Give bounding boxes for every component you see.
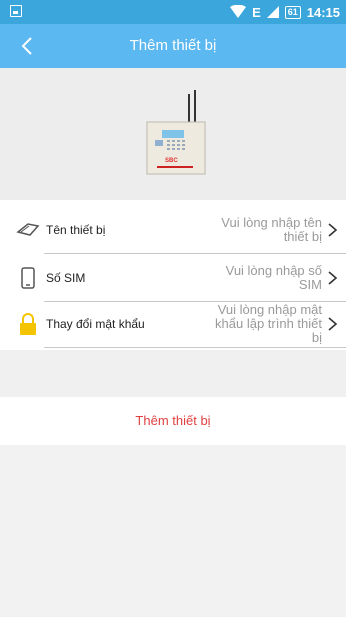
- alarm-panel-device-image: SBC: [146, 90, 206, 175]
- password-input[interactable]: Vui lòng nhập mật khẩu lập trình thiết b…: [202, 300, 322, 348]
- tag-icon: [16, 223, 40, 236]
- change-password-row[interactable]: Thay đổi mật khẩu Vui lòng nhập mật khẩu…: [0, 300, 346, 348]
- chevron-right-icon: [328, 317, 338, 331]
- sim-number-row[interactable]: Số SIM Vui lòng nhập số SIM: [0, 254, 346, 302]
- device-brand-text: SBC: [165, 158, 178, 164]
- gallery-notification-icon: [10, 5, 22, 17]
- wifi-icon: [230, 5, 247, 18]
- change-password-label: Thay đổi mật khẩu: [46, 317, 145, 331]
- device-image-area: SBC: [0, 68, 346, 200]
- signal-icon: [266, 6, 279, 18]
- clock: 14:15: [306, 4, 340, 20]
- device-name-label: Tên thiết bị: [46, 223, 106, 237]
- lock-icon: [20, 313, 36, 335]
- device-form: Tên thiết bị Vui lòng nhập tên thiết bị …: [0, 200, 346, 350]
- row-divider: [44, 347, 346, 348]
- device-name-input[interactable]: Vui lòng nhập tên thiết bị: [202, 206, 322, 254]
- app-bar: Thêm thiết bị: [0, 24, 346, 68]
- device-name-row[interactable]: Tên thiết bị Vui lòng nhập tên thiết bị: [0, 206, 346, 254]
- page-title: Thêm thiết bị: [129, 37, 217, 54]
- phone-icon: [21, 267, 35, 289]
- sim-number-input[interactable]: Vui lòng nhập số SIM: [202, 254, 322, 302]
- add-device-button[interactable]: Thêm thiết bị: [0, 397, 346, 445]
- sim-number-label: Số SIM: [46, 271, 86, 285]
- status-bar: E 61 14:15: [0, 0, 346, 24]
- network-type-label: E: [252, 4, 261, 20]
- status-indicators: E 61 14:15: [230, 3, 340, 21]
- section-gap: [0, 350, 346, 397]
- chevron-right-icon: [328, 223, 338, 237]
- battery-level: 61: [284, 5, 301, 19]
- chevron-right-icon: [328, 271, 338, 285]
